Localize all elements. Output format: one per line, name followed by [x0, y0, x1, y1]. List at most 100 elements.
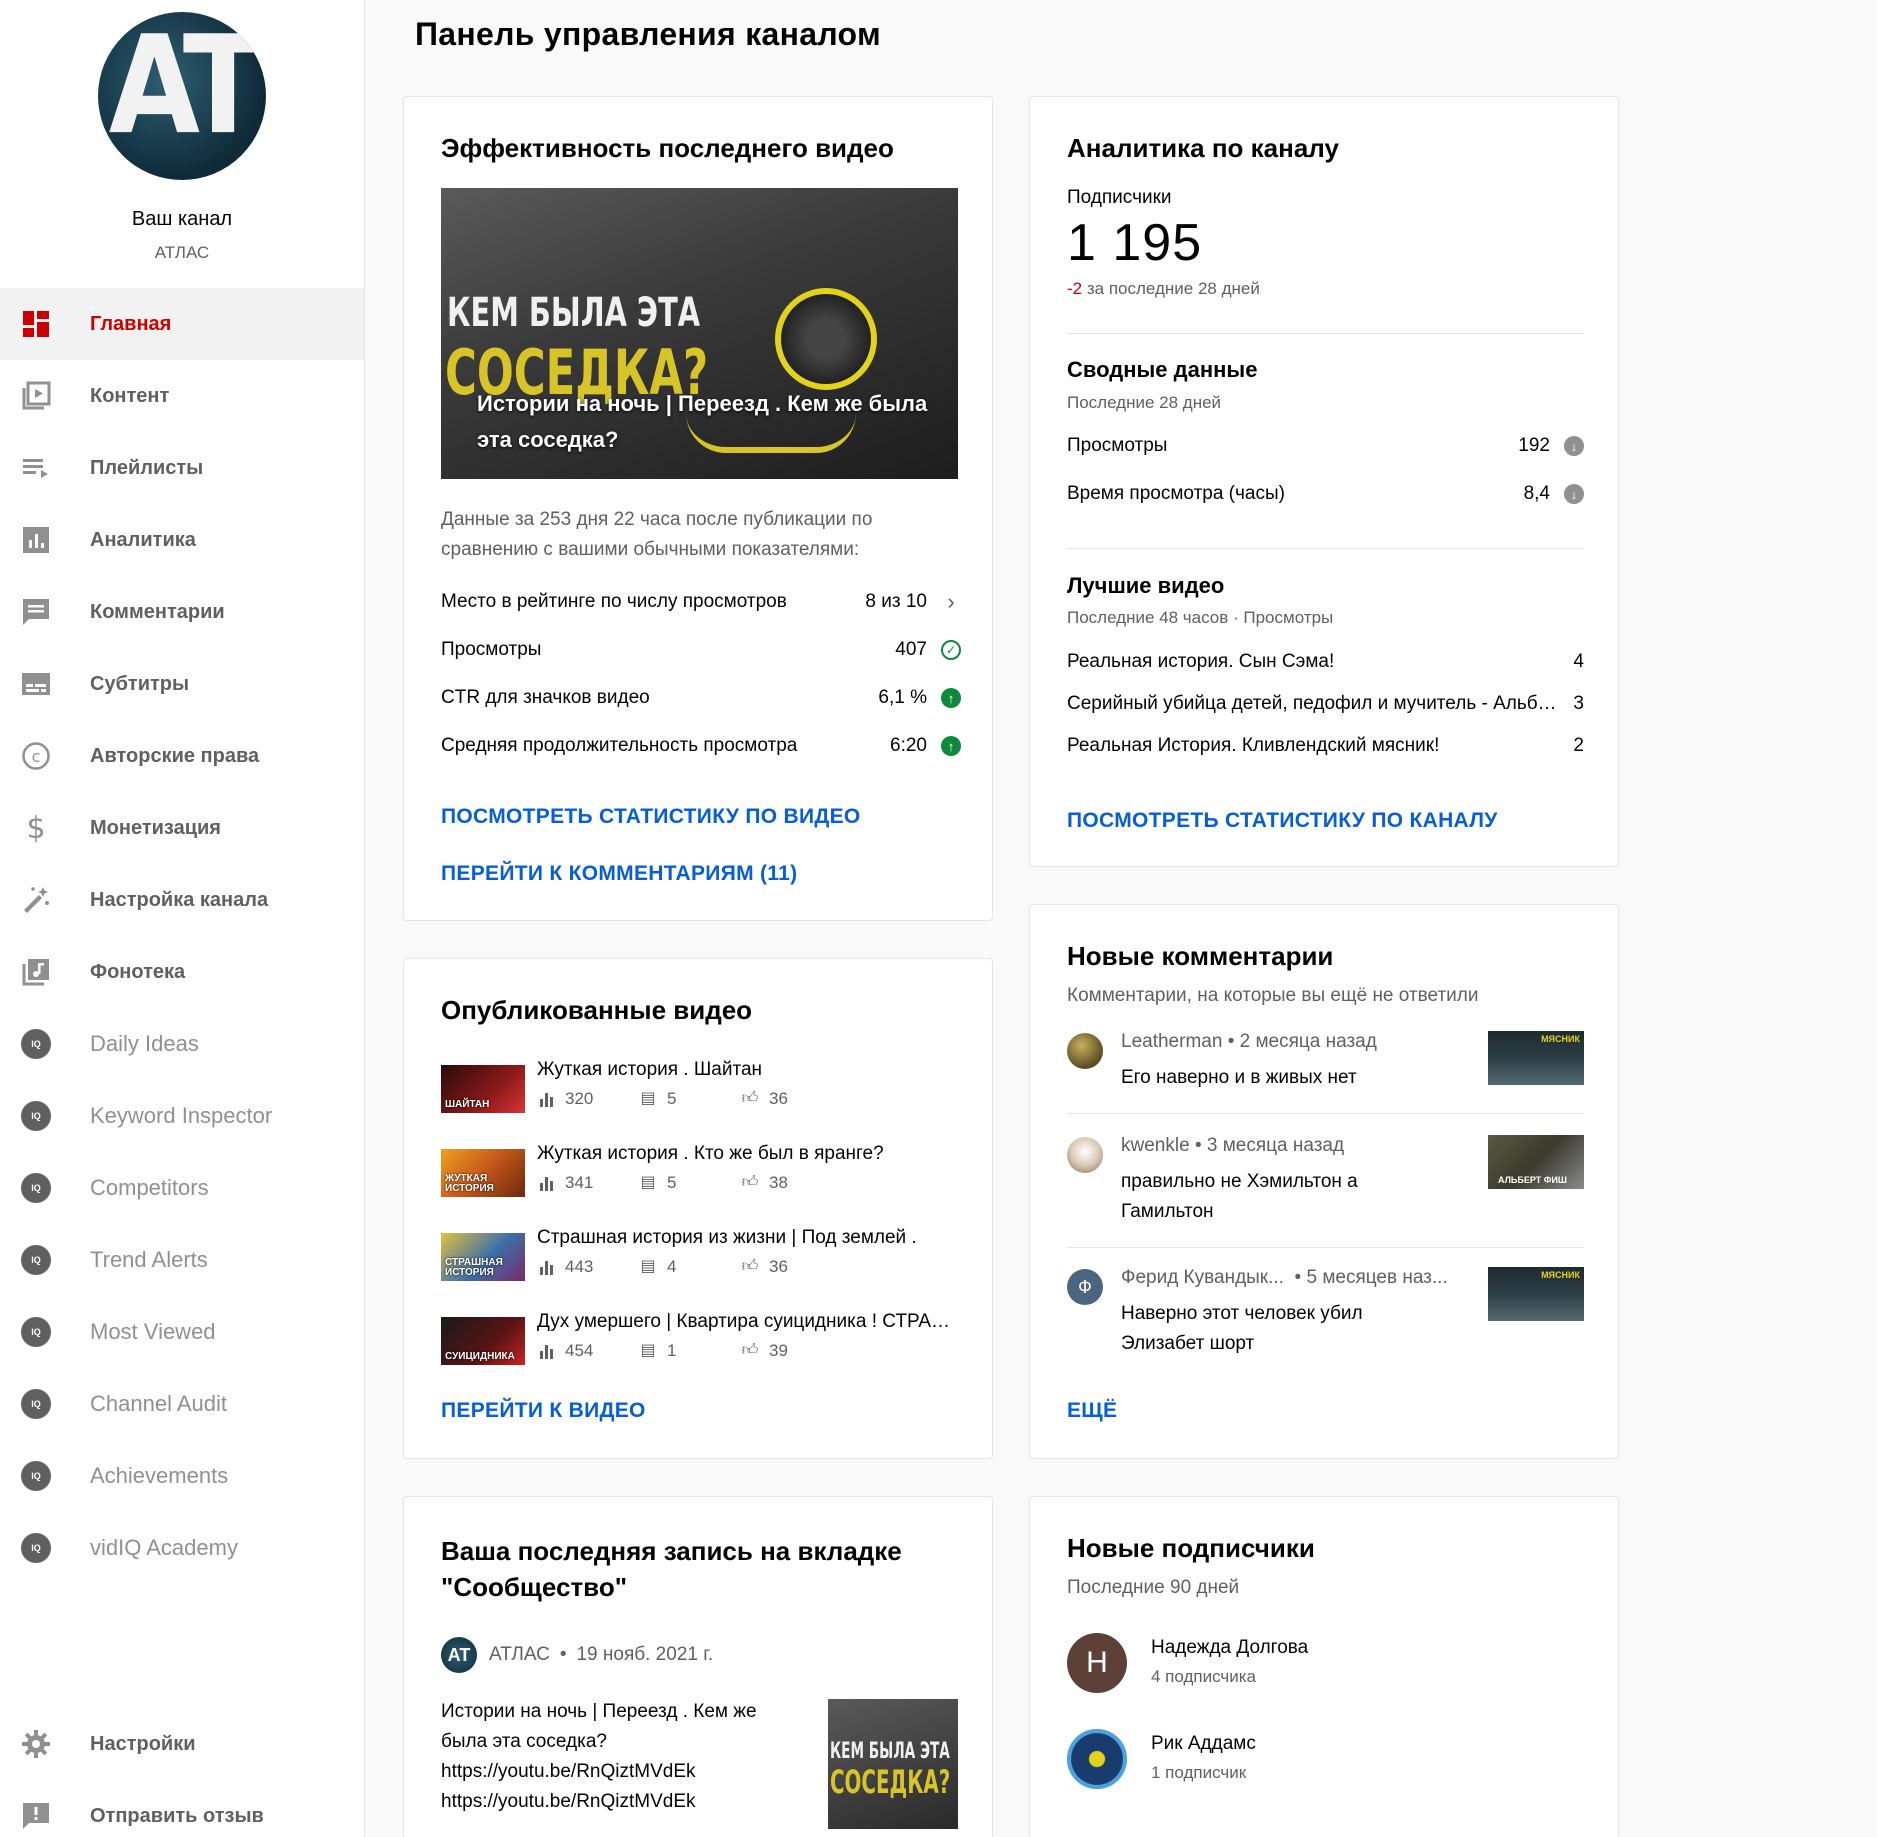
comment-video-thumbnail[interactable]: МЯСНИК [1488, 1031, 1584, 1085]
summary-value: 192 [1518, 435, 1550, 456]
community-post-text: Истории на ночь | Переезд . Кем же была … [441, 1697, 781, 1817]
more-comments-link[interactable]: ЕЩЁ [1067, 1399, 1117, 1423]
sidebar-item-vidiq-most-viewed[interactable]: IQ Most Viewed [0, 1296, 364, 1368]
comment-author[interactable]: Leatherman [1121, 1031, 1222, 1052]
comment-video-thumbnail[interactable]: МЯСНИК [1488, 1267, 1584, 1321]
comment-author[interactable]: Ферид Кувандык... [1121, 1267, 1284, 1288]
community-post-link[interactable]: https://youtu.be/RnQiztMVdEk [441, 1757, 781, 1787]
sidebar-item-subtitles[interactable]: Субтитры [0, 648, 364, 720]
gear-icon [20, 1728, 52, 1760]
subscriber-name[interactable]: Надежда Долгова [1151, 1637, 1308, 1659]
subscriber-item[interactable]: Н Надежда Долгова 4 подписчика [1067, 1633, 1584, 1693]
commenter-avatar[interactable] [1067, 1137, 1103, 1173]
sidebar-item-comments[interactable]: Комментарии [0, 576, 364, 648]
sidebar-item-analytics[interactable]: Аналитика [0, 504, 364, 576]
video-thumbnail[interactable]: ЖУТКАЯ ИСТОРИЯ [441, 1149, 525, 1197]
sidebar-item-settings[interactable]: Настройки [0, 1708, 364, 1780]
sidebar-item-label: Keyword Inspector [90, 1103, 273, 1128]
community-author-avatar[interactable]: AT [441, 1637, 477, 1673]
comment-item[interactable]: kwenkle • 3 месяца назад правильно не Хэ… [1067, 1135, 1584, 1245]
sidebar-item-vidiq-academy[interactable]: IQ vidIQ Academy [0, 1512, 364, 1584]
sidebar-item-vidiq-competitors[interactable]: IQ Competitors [0, 1152, 364, 1224]
video-title[interactable]: Жуткая история . Шайтан [537, 1059, 961, 1081]
video-thumbnail[interactable]: СТРАШНАЯ ИСТОРИЯ [441, 1233, 525, 1281]
channel-avatar[interactable]: AT [98, 12, 266, 180]
comment-icon: ▤ [640, 1174, 656, 1191]
sidebar-item-vidiq-channel-audit[interactable]: IQ Channel Audit [0, 1368, 364, 1440]
dollar-icon: $ [26, 810, 46, 846]
community-post-thumbnail[interactable]: КЕМ БЫЛА ЭТА СОСЕДКА? [828, 1699, 958, 1829]
comment-author[interactable]: kwenkle [1121, 1135, 1190, 1156]
top-video-title: Реальная История. Кливлендский мясник! [1067, 735, 1440, 756]
dashboard-icon [20, 308, 52, 340]
sidebar-item-content[interactable]: Контент [0, 360, 364, 432]
published-video-item[interactable]: ШАЙТАН Жуткая история . Шайтан 320 ▤ 5 👍︎… [441, 1059, 961, 1115]
sidebar-item-feedback[interactable]: Отправить отзыв [0, 1780, 364, 1837]
video-stats-link[interactable]: ПОСМОТРЕТЬ СТАТИСТИКУ ПО ВИДЕО [441, 805, 861, 829]
sidebar-item-label: Competitors [90, 1175, 209, 1200]
published-video-item[interactable]: СТРАШНАЯ ИСТОРИЯ Страшная история из жиз… [441, 1227, 961, 1283]
video-title[interactable]: Жуткая история . Кто же был в яранге? [537, 1143, 961, 1165]
community-author[interactable]: АТЛАС [489, 1644, 550, 1666]
metric-row-views: Просмотры 407 ✓ [441, 635, 961, 665]
metric-value: 8 из 10 [865, 591, 927, 612]
video-title[interactable]: Страшная история из жизни | Под землей . [537, 1227, 961, 1249]
sidebar-item-monetization[interactable]: $ Монетизация [0, 792, 364, 864]
likes-count: 36 [769, 1257, 788, 1276]
sidebar-item-vidiq-keyword-inspector[interactable]: IQ Keyword Inspector [0, 1080, 364, 1152]
comment-video-thumbnail[interactable]: АЛЬБЕРТ ФИШ [1488, 1135, 1584, 1189]
latest-video-description: Данные за 253 дня 22 часа после публикац… [441, 509, 873, 560]
analytics-icon [20, 524, 52, 556]
video-thumbnail[interactable]: СУИЦИДНИКА [441, 1317, 525, 1365]
new-subscribers-card: Новые подписчики Последние 90 дней Н Над… [1029, 1496, 1619, 1837]
go-to-videos-link[interactable]: ПЕРЕЙТИ К ВИДЕО [441, 1399, 646, 1423]
sidebar-item-vidiq-achievements[interactable]: IQ Achievements [0, 1440, 364, 1512]
channel-stats-link[interactable]: ПОСМОТРЕТЬ СТАТИСТИКУ ПО КАНАЛУ [1067, 809, 1498, 833]
sidebar-item-vidiq-daily-ideas[interactable]: IQ Daily Ideas [0, 1008, 364, 1080]
subscriber-avatar[interactable]: Н [1067, 1633, 1127, 1693]
sidebar-item-copyright[interactable]: c Авторские права [0, 720, 364, 792]
comment-text: Наверно этот человек убил Элизабет шорт [1121, 1303, 1363, 1354]
comment-time: 3 месяца назад [1206, 1135, 1345, 1156]
community-date: 19 нояб. 2021 г. [576, 1644, 714, 1665]
subscriber-item[interactable]: Рик Аддамс 1 подписчик [1067, 1729, 1584, 1789]
latest-video-thumbnail[interactable]: КЕМ БЫЛА ЭТА СОСЕДКА? Истории на ночь | … [441, 188, 958, 479]
divider [1067, 1113, 1584, 1114]
sidebar-item-audio-library[interactable]: Фонотека [0, 936, 364, 1008]
top-video-views: 3 [1573, 693, 1584, 714]
subscriber-name[interactable]: Рик Аддамс [1151, 1733, 1256, 1755]
video-title[interactable]: Дух умершего | Квартира суицидника ! СТР… [537, 1311, 961, 1333]
sidebar-item-label: Настройка канала [90, 888, 269, 911]
thumbnail-text-line2: СОСЕДКА? [830, 1763, 951, 1801]
commenter-avatar[interactable]: Ф [1067, 1269, 1103, 1305]
subscribers-delta-row: -2 за последние 28 дней [1067, 279, 1260, 299]
sidebar-item-label: Комментарии [90, 600, 225, 623]
metric-row-ctr: CTR для значков видео 6,1 % ↑ [441, 683, 961, 713]
comment-icon: ▤ [640, 1090, 656, 1107]
commenter-avatar[interactable] [1067, 1033, 1103, 1069]
top-video-row[interactable]: Реальная История. Кливлендский мясник! 2 [1067, 735, 1584, 757]
chevron-right-icon[interactable]: › [941, 589, 961, 614]
top-video-title: Серийный убийца детей, педофил и мучител… [1067, 693, 1574, 714]
comment-item[interactable]: Leatherman • 2 месяца назад Его наверно … [1067, 1031, 1584, 1121]
sidebar-item-dashboard[interactable]: Главная [0, 288, 364, 360]
subscribers-delta-period: за последние 28 дней [1086, 279, 1260, 298]
video-thumbnail[interactable]: ШАЙТАН [441, 1065, 525, 1113]
community-post-link[interactable]: https://youtu.be/RnQiztMVdEk [441, 1787, 781, 1817]
subscriber-count: 4 подписчика [1151, 1667, 1257, 1686]
metric-row-rank[interactable]: Место в рейтинге по числу просмотров 8 и… [441, 587, 961, 617]
published-video-item[interactable]: ЖУТКАЯ ИСТОРИЯ Жуткая история . Кто же б… [441, 1143, 961, 1199]
go-to-comments-link[interactable]: ПЕРЕЙТИ К КОММЕНТАРИЯМ (11) [441, 862, 797, 886]
top-video-row[interactable]: Серийный убийца детей, педофил и мучител… [1067, 693, 1584, 715]
sidebar-item-vidiq-trend-alerts[interactable]: IQ Trend Alerts [0, 1224, 364, 1296]
vidiq-icon: IQ [20, 1388, 52, 1420]
comment-item[interactable]: Ф Ферид Кувандык... • 5 месяцев наз... Н… [1067, 1267, 1584, 1377]
subscriber-avatar[interactable] [1067, 1729, 1127, 1789]
channel-name: АТЛАС [154, 243, 210, 262]
sidebar-item-customization[interactable]: Настройка канала [0, 864, 364, 936]
top-video-row[interactable]: Реальная история. Сын Сэма! 4 [1067, 651, 1584, 673]
published-videos-title: Опубликованные видео [441, 995, 753, 1025]
sidebar-item-playlists[interactable]: Плейлисты [0, 432, 364, 504]
latest-video-caption: Истории на ночь | Переезд . Кем же была … [477, 391, 928, 452]
published-video-item[interactable]: СУИЦИДНИКА Дух умершего | Квартира суици… [441, 1311, 961, 1367]
